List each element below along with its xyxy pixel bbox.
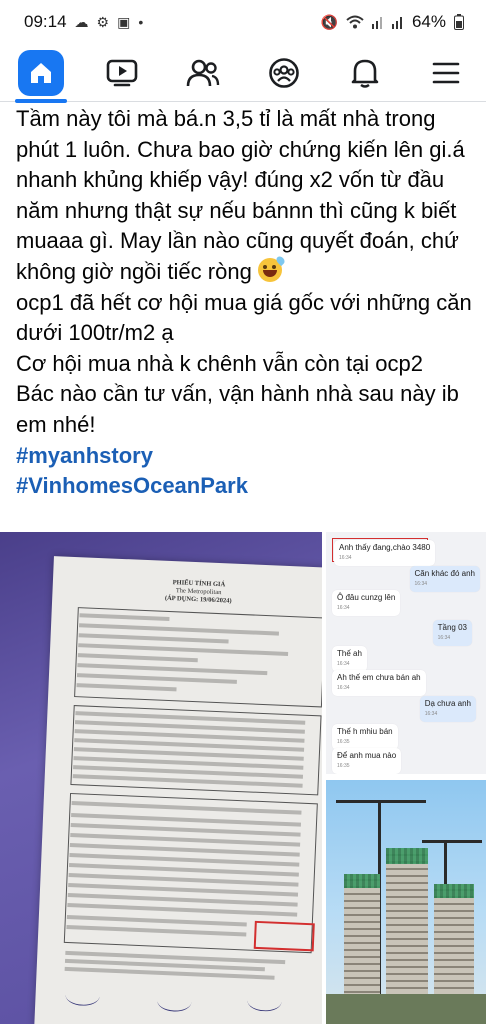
highlight-box (253, 920, 315, 952)
chat-bubble: Để anh mua nào 16:35 (332, 748, 402, 774)
photo-price-sheet[interactable]: PHIẾU TÍNH GIÁ The Metropolitan (ÁP DỤNG… (0, 532, 322, 1024)
crane-jib (422, 840, 482, 843)
price-sheet-paper: PHIẾU TÍNH GIÁ The Metropolitan (ÁP DỤNG… (34, 556, 322, 1024)
status-bar: 09:14 ☁ ⚙ ▣ • 🔇 64% (0, 0, 486, 44)
gear-icon: ⚙ (96, 13, 110, 30)
ground (326, 994, 486, 1024)
sweat-smile-emoji-icon (257, 254, 287, 282)
photo-grid: PHIẾU TÍNH GIÁ The Metropolitan (ÁP DỤNG… (0, 532, 486, 1024)
construction-netting (344, 874, 380, 888)
video-icon (106, 59, 137, 86)
hashtag-myanhstory[interactable]: #myanhstory (16, 441, 476, 472)
post-body: Tầm này tôi mà bá.n 3,5 tỉ là mất nhà tr… (16, 104, 476, 502)
post-paragraph: Cơ hội mua nhà k chênh vẫn còn tại ocp2 (16, 350, 424, 376)
construction-netting (434, 884, 474, 898)
signature-mark (65, 984, 100, 1007)
chat-bubble: Thế ah 16:34 (332, 646, 367, 672)
signal-icon-1 (371, 17, 382, 29)
construction-netting (386, 848, 428, 864)
nav-friends[interactable] (173, 46, 233, 100)
hashtag-vinhomesoceanpark[interactable]: #VinhomesOceanPark (16, 471, 476, 502)
battery-icon (454, 14, 464, 30)
signature-mark (247, 990, 282, 1013)
cloud-icon: ☁ (74, 13, 89, 30)
notifications-icon (351, 59, 378, 88)
chat-bubble: Căn khác đó anh 16:34 (409, 566, 480, 592)
nav-groups[interactable] (254, 46, 314, 100)
dot-icon: • (138, 14, 144, 30)
home-icon (17, 49, 64, 96)
nav-menu[interactable] (416, 46, 476, 100)
nav-notifications[interactable] (335, 46, 395, 100)
status-right: 🔇 64% (321, 12, 464, 32)
menu-icon (432, 62, 459, 83)
price-sheet-title: PHIẾU TÍNH GIÁ The Metropolitan (ÁP DỤNG… (52, 574, 322, 610)
signature-mark (157, 990, 192, 1013)
status-time: 09:14 (24, 12, 67, 31)
post-paragraph: Tầm này tôi mà bá.n 3,5 tỉ là mất nhà tr… (16, 104, 476, 288)
friends-icon (186, 59, 219, 86)
chat-bubble: Ô đâu cunzg lên 16:34 (332, 590, 401, 616)
chat-bubble: Ah thế em chưa bán ah 16:34 (332, 670, 426, 696)
groups-icon (268, 57, 299, 88)
photo-chat-screenshot[interactable]: Anh thấy đang,chào 3480 16:34 Căn khác đó… (326, 532, 486, 774)
photo-building-construction[interactable] (326, 780, 486, 1024)
post-paragraph-text: Tầm này tôi mà bá.n 3,5 tỉ là mất nhà tr… (16, 106, 465, 284)
chat-bubble: Anh thấy đang,chào 3480 16:34 (334, 540, 436, 566)
top-nav (0, 44, 486, 103)
crane-jib (336, 800, 426, 803)
chat-bubble: Tầng 03 16:34 (432, 620, 472, 646)
status-left: 09:14 ☁ ⚙ ▣ • (24, 12, 143, 32)
chat-bubble: Dạ chưa anh 16:34 (419, 696, 476, 722)
wifi-icon (346, 15, 364, 29)
battery-level: 64% (411, 12, 446, 31)
nav-home[interactable] (11, 46, 71, 103)
nav-video[interactable] (92, 46, 152, 100)
post-paragraph: ocp1 đã hết cơ hội mua giá gốc với những… (16, 289, 472, 346)
post-paragraph: Bác nào cần tư vấn, vận hành nhà sau này… (16, 381, 459, 437)
shopping-bag-icon: ▣ (117, 13, 131, 30)
signal-icon-2 (391, 17, 402, 29)
chat-bubble: Thế h mhiu bán 16:35 (332, 724, 398, 750)
mute-icon: 🔇 (320, 13, 338, 30)
